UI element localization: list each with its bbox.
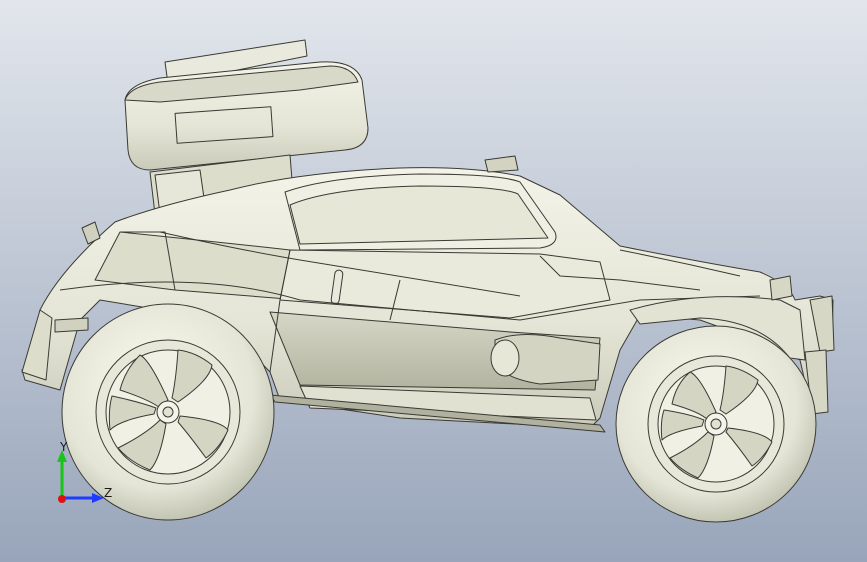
cad-viewport[interactable]: Y Z [0,0,867,562]
model-canvas[interactable] [0,0,867,562]
x-axis-origin [58,495,66,503]
y-axis-label: Y [60,440,68,454]
front-wheel [615,325,817,523]
rear-wheel [61,303,275,521]
z-axis-label: Z [104,486,113,500]
